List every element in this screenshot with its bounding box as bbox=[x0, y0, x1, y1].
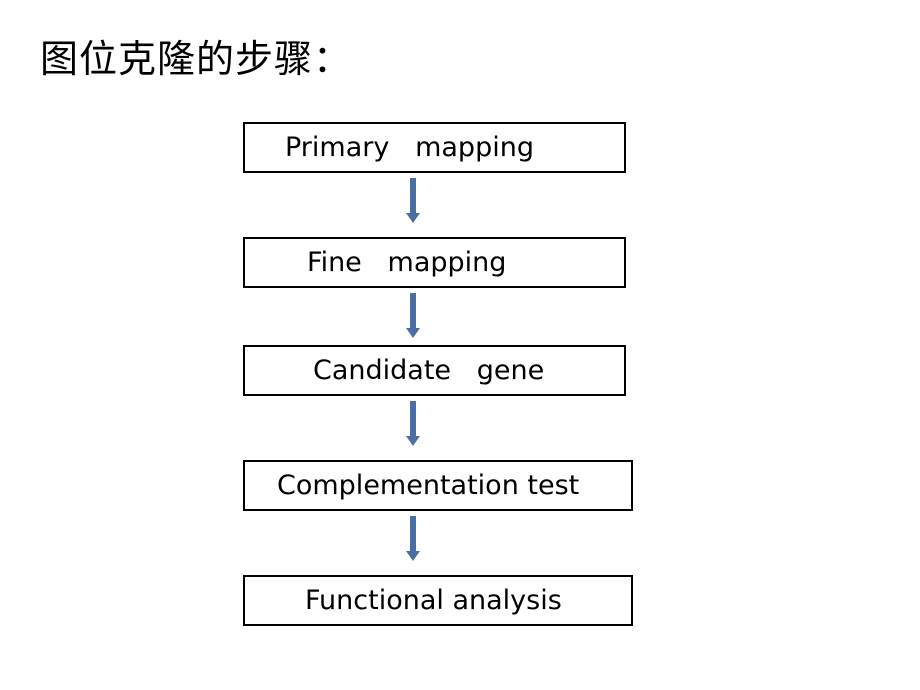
step-label: Primary mapping bbox=[285, 131, 534, 163]
down-arrow-icon bbox=[406, 401, 420, 447]
step-box-functional-analysis: Functional analysis bbox=[243, 575, 633, 626]
down-arrow-icon bbox=[406, 178, 420, 224]
step-label: Complementation test bbox=[277, 469, 580, 501]
step-box-fine-mapping: Fine mapping bbox=[243, 237, 626, 288]
step-box-complementation-test: Complementation test bbox=[243, 460, 633, 511]
step-label: Candidate gene bbox=[313, 354, 545, 386]
step-label: Functional analysis bbox=[305, 584, 562, 616]
step-box-candidate-gene: Candidate gene bbox=[243, 345, 626, 396]
page-title: 图位克隆的步骤： bbox=[40, 37, 353, 81]
down-arrow-icon bbox=[406, 516, 420, 562]
step-label: Fine mapping bbox=[307, 246, 507, 278]
step-box-primary-mapping: Primary mapping bbox=[243, 122, 626, 173]
down-arrow-icon bbox=[406, 293, 420, 339]
